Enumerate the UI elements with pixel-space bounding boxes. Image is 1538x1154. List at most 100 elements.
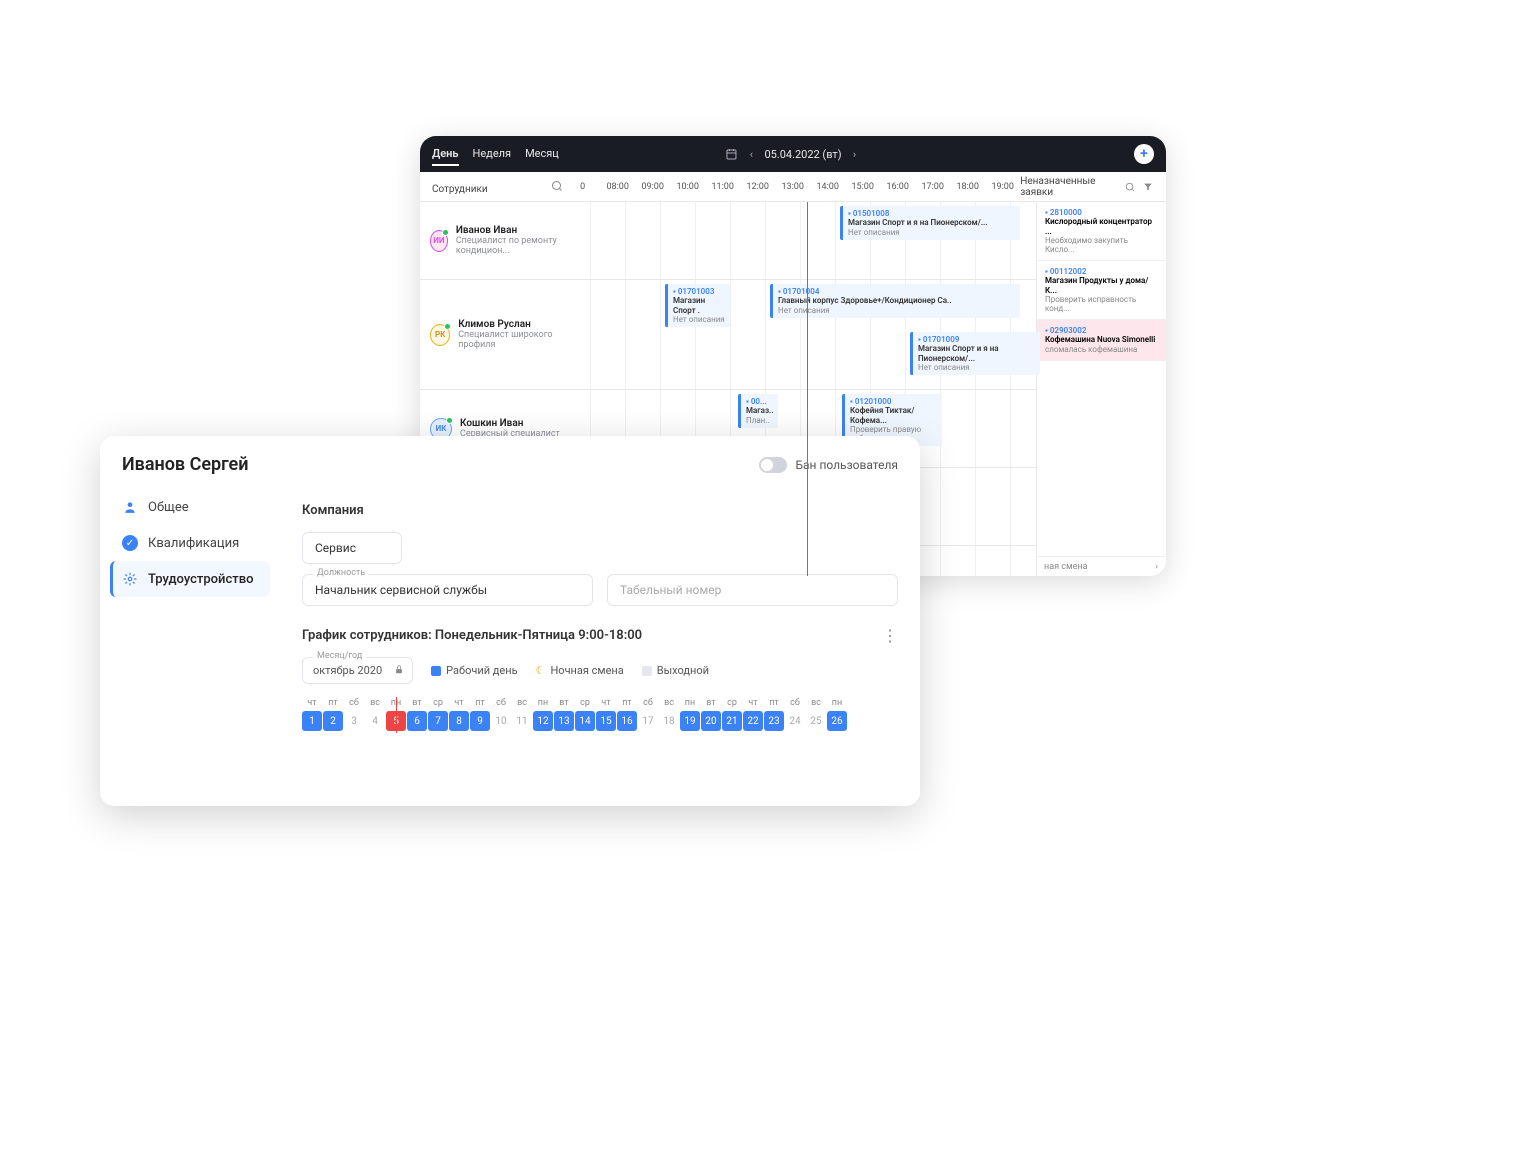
company-field[interactable]: Сервис: [302, 532, 402, 564]
nav-item-general[interactable]: Общее: [110, 489, 270, 525]
profile-card: Иванов Сергей Бан пользователя Общее ✓ К…: [100, 436, 920, 806]
calendar-day[interactable]: сб 17: [638, 698, 658, 731]
add-button[interactable]: +: [1134, 144, 1154, 164]
task-desc: Проверить исправность конд...: [1045, 295, 1158, 313]
tab-month[interactable]: Месяц: [525, 143, 559, 166]
calendar-day[interactable]: вт 20: [701, 698, 721, 731]
month-picker[interactable]: Месяц/год октябрь 2020: [302, 657, 413, 684]
task-desc: Нет описания: [918, 363, 1035, 372]
task-card[interactable]: ▪ 01701003 Магазин Спорт . Нет описания: [665, 284, 730, 327]
unassigned-card[interactable]: ▪ 00112002 Магазин Продукты у дома/К... …: [1037, 261, 1166, 320]
calendar-day[interactable]: пн 5: [386, 698, 406, 731]
section-company-title: Компания: [302, 503, 898, 518]
task-code: ▪ 00112002: [1045, 267, 1158, 276]
chevron-left-icon[interactable]: ‹: [744, 147, 758, 161]
calendar-day[interactable]: пн 26: [827, 698, 847, 731]
more-icon[interactable]: ⋮: [882, 626, 898, 645]
task-title: Магазин Спорт и я на Пионерском/...: [918, 344, 1035, 363]
calendar-day[interactable]: чт 8: [449, 698, 469, 731]
calendar-day[interactable]: сб 24: [785, 698, 805, 731]
legend-night: ☾Ночная смена: [536, 664, 624, 677]
calendar-day[interactable]: пт 23: [764, 698, 784, 731]
nav-item-qualification[interactable]: ✓ Квалификация: [110, 525, 270, 561]
calendar-day[interactable]: вс 25: [806, 698, 826, 731]
calendar-day[interactable]: вт 13: [554, 698, 574, 731]
calendar-strip: чт 1пт 2сб 3вс 4пн 5вт 6ср 7чт 8пт 9сб 1…: [302, 698, 898, 731]
task-title: Магазин Спорт и я на Пионерском/...: [848, 218, 1015, 228]
task-code: ▪ 00...: [746, 397, 773, 406]
task-title: Магаз..: [746, 406, 773, 416]
timeline-row[interactable]: ▪ 01501008 Магазин Спорт и я на Пионерск…: [590, 202, 1036, 280]
ban-toggle[interactable]: Бан пользователя: [759, 457, 898, 473]
task-title: Магазин Продукты у дома/К...: [1045, 276, 1158, 295]
calendar-day[interactable]: пн 19: [680, 698, 700, 731]
filter-icon[interactable]: [1142, 180, 1154, 194]
calendar-day[interactable]: чт 15: [596, 698, 616, 731]
time-tick: 08:00: [600, 182, 635, 192]
calendar-icon[interactable]: [724, 147, 738, 161]
calendar-day[interactable]: пт 16: [617, 698, 637, 731]
employees-label: Сотрудники: [432, 179, 565, 195]
employee-row[interactable]: ИИ Иванов Иван Специалист по ремонту кон…: [420, 202, 590, 280]
task-desc: Нет описания: [778, 306, 1015, 315]
calendar-day[interactable]: чт 1: [302, 698, 322, 731]
task-title: Главный корпус Здоровье+/Кондиционер Са.…: [778, 296, 1015, 306]
timeline-row[interactable]: ▪ 01701003 Магазин Спорт . Нет описания▪…: [590, 280, 1036, 390]
task-code: ▪ 01201000: [850, 397, 937, 406]
task-desc: Необходимо закупить Кисло...: [1045, 236, 1158, 254]
unassigned-card[interactable]: ▪ 02903002 Кофемашина Nuova Simonelli сл…: [1037, 320, 1166, 361]
employee-role: Специалист широкого профиля: [458, 330, 580, 350]
task-desc: Нет описания: [848, 228, 1015, 237]
calendar-day[interactable]: вт 6: [407, 698, 427, 731]
employee-row[interactable]: РК Климов Руслан Специалист широкого про…: [420, 280, 590, 390]
calendar-day[interactable]: ср 7: [428, 698, 448, 731]
calendar-day[interactable]: пт 9: [470, 698, 490, 731]
calendar-day[interactable]: ср 21: [722, 698, 742, 731]
legend-row: Месяц/год октябрь 2020 Рабочий день ☾Ноч…: [302, 657, 898, 684]
task-card[interactable]: ▪ 01701009 Магазин Спорт и я на Пионерск…: [910, 332, 1040, 375]
calendar-day[interactable]: пн 12: [533, 698, 553, 731]
lock-icon: [394, 664, 404, 677]
task-code: ▪ 01501008: [848, 209, 1015, 218]
tab-day[interactable]: День: [432, 143, 459, 166]
time-tick: 18:00: [950, 182, 985, 192]
time-tick: 09:00: [635, 182, 670, 192]
unassigned-card[interactable]: ▪ 2810000 Кислородный концентратор ... Н…: [1037, 202, 1166, 261]
current-date[interactable]: 05.04.2022 (вт): [764, 148, 841, 161]
employee-name: Кошкин Иван: [460, 418, 560, 429]
schedule-subheader: Сотрудники 008:0009:0010:0011:0012:0013:…: [420, 172, 1166, 202]
task-desc: Нет описания: [673, 315, 725, 324]
toggle-switch[interactable]: [759, 457, 787, 473]
profile-header: Иванов Сергей Бан пользователя: [100, 436, 920, 489]
ban-label: Бан пользователя: [795, 458, 898, 472]
task-title: Магазин Спорт .: [673, 296, 725, 315]
time-tick: 17:00: [915, 182, 950, 192]
moon-icon: ☾: [536, 664, 546, 677]
calendar-day[interactable]: сб 3: [344, 698, 364, 731]
user-icon: [122, 499, 138, 515]
task-code: ▪ 02903002: [1045, 326, 1158, 335]
search-icon[interactable]: [550, 179, 564, 193]
calendar-day[interactable]: пт 2: [323, 698, 343, 731]
unassigned-column: ▪ 2810000 Кислородный концентратор ... Н…: [1036, 202, 1166, 576]
calendar-day[interactable]: вс 11: [512, 698, 532, 731]
task-card[interactable]: ▪ 00... Магаз.. План..: [738, 394, 778, 428]
avatar: РК: [430, 324, 450, 346]
schedule-title: График сотрудников: Понедельник-Пятница …: [302, 628, 642, 643]
position-field[interactable]: Должность Начальник сервисной службы: [302, 574, 593, 606]
search-icon[interactable]: [1123, 180, 1135, 194]
tabnum-field[interactable]: Табельный номер: [607, 574, 898, 606]
check-icon: ✓: [122, 535, 138, 551]
task-title: Кофейня Тиктак/Кофема...: [850, 406, 937, 425]
time-tick: 11:00: [705, 182, 740, 192]
calendar-day[interactable]: сб 10: [491, 698, 511, 731]
calendar-day[interactable]: чт 22: [743, 698, 763, 731]
calendar-day[interactable]: вс 4: [365, 698, 385, 731]
chevron-right-icon[interactable]: ›: [848, 147, 862, 161]
task-title: Кислородный концентратор ...: [1045, 217, 1158, 236]
task-card[interactable]: ▪ 01501008 Магазин Спорт и я на Пионерск…: [840, 206, 1020, 240]
tab-week[interactable]: Неделя: [473, 143, 512, 166]
nav-item-employment[interactable]: Трудоустройство: [110, 561, 270, 597]
calendar-day[interactable]: вс 18: [659, 698, 679, 731]
calendar-day[interactable]: ср 14: [575, 698, 595, 731]
